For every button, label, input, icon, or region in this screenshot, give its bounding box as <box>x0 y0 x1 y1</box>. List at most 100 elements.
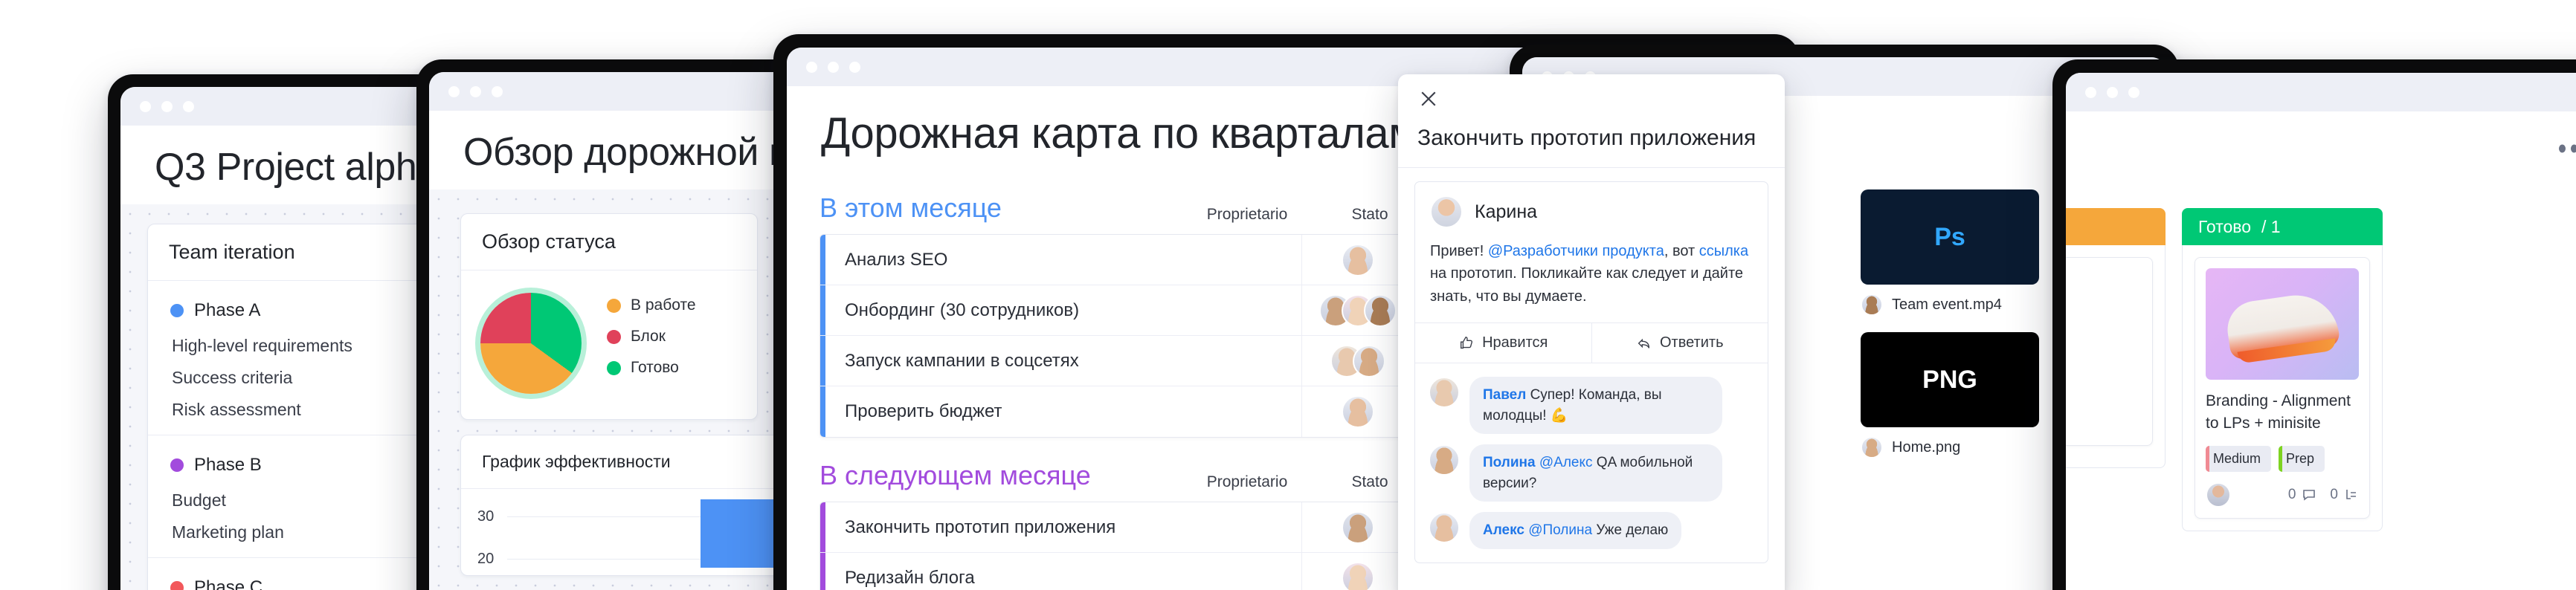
traffic-light-dot[interactable] <box>2128 86 2139 98</box>
kanban-card[interactable]: Branding - Alignment to LPs + minisite M… <box>2195 257 2370 519</box>
reply-bubble[interactable]: Алекс @Полина Уже делаю <box>1469 512 1682 549</box>
file-thumbnail[interactable]: Ps <box>1861 189 2039 285</box>
reply-mention[interactable]: @Алекс <box>1539 455 1597 470</box>
page-header <box>2066 111 2576 186</box>
avatar[interactable] <box>1430 195 1463 228</box>
traffic-light-dot[interactable] <box>806 61 817 73</box>
avatar[interactable] <box>1363 294 1397 327</box>
traffic-light-dot[interactable] <box>492 85 503 97</box>
file-format-badge: Ps <box>1934 222 1965 251</box>
traffic-light-dot[interactable] <box>470 85 481 97</box>
avatar-stack <box>1330 344 1385 377</box>
owner-cell[interactable] <box>1302 336 1414 386</box>
avatar[interactable] <box>1861 294 1883 316</box>
task-name[interactable]: Запуск кампании в соцсетях <box>825 336 1302 386</box>
inline-link[interactable]: ссылка <box>1699 243 1748 259</box>
comment-icon <box>2303 490 2316 501</box>
traffic-light-dot[interactable] <box>161 100 173 112</box>
kanban-column-done: Готово / 1 Branding - Alignment to LPs +… <box>2182 208 2383 531</box>
phase-color-bullet <box>170 458 184 472</box>
status-overview-card: Обзор статуса В работе Блок Готово <box>460 213 758 420</box>
card-tag[interactable]: Prep <box>2279 445 2325 472</box>
inline-link[interactable]: @Разработчики продукта <box>1488 243 1664 259</box>
task-name[interactable]: Онбординг (30 сотрудников) <box>825 285 1302 335</box>
task-name[interactable]: Редизайн блога <box>825 553 1302 590</box>
file-name: Home.png <box>1892 438 1961 456</box>
legend-color-dot <box>607 298 621 313</box>
section-title: В следующем месяце <box>820 460 1091 490</box>
traffic-light-dot[interactable] <box>448 85 460 97</box>
like-button[interactable]: Нравится <box>1415 323 1591 363</box>
reply-mention[interactable]: @Полина <box>1528 522 1596 538</box>
card-tag-list: Medium Prep <box>2206 445 2359 472</box>
reply-arrow-icon <box>1638 338 1650 349</box>
kanban-column-header <box>2066 208 2166 245</box>
traffic-light-dot[interactable] <box>849 61 860 73</box>
author-name: Карина <box>1475 201 1538 222</box>
task-name[interactable]: Проверить бюджет <box>825 386 1302 437</box>
traffic-light-dot[interactable] <box>183 100 194 112</box>
kanban-column-header: Готово / 1 <box>2182 208 2383 245</box>
task-name[interactable]: Закончить прототип приложения <box>825 502 1302 552</box>
reply-author[interactable]: Павел <box>1483 387 1530 403</box>
owner-cell[interactable] <box>1302 285 1414 335</box>
subitem-count[interactable]: 0 <box>2330 487 2359 503</box>
y-axis-tick: 30 <box>477 508 495 525</box>
legend-item[interactable]: В работе <box>607 296 696 314</box>
file-name: Team event.mp4 <box>1892 296 2002 313</box>
phase-color-bullet <box>170 304 184 317</box>
reply-button[interactable]: Ответить <box>1591 323 1768 363</box>
kanban-board: Готово / 1 Branding - Alignment to LPs +… <box>2066 208 2383 531</box>
avatar[interactable] <box>1341 243 1374 276</box>
card-footer: 0 0 <box>2206 482 2359 508</box>
reply-item: Алекс @Полина Уже делаю <box>1429 512 1754 549</box>
task-name[interactable]: Анализ SEO <box>825 235 1302 285</box>
file-format-badge: PNG <box>1922 365 1977 394</box>
update-actions: Нравится Ответить <box>1415 322 1768 363</box>
owner-cell[interactable] <box>1302 553 1414 590</box>
close-button[interactable] <box>1398 74 1785 114</box>
screenshot-stage: Q3 Project alpha Team iteration Phase AH… <box>0 0 2576 590</box>
reply-author[interactable]: Алекс <box>1483 522 1528 538</box>
card-title: Branding - Alignment to LPs + minisite <box>2206 392 2351 432</box>
task-update-panel: Закончить прототип приложения Карина При… <box>1398 74 1785 590</box>
comment-count[interactable]: 0 <box>2288 487 2317 503</box>
kanban-column-body: Branding - Alignment to LPs + minisite M… <box>2182 245 2383 531</box>
column-header-owner: Proprietario <box>1206 473 1288 490</box>
kanban-column-label: Готово <box>2198 216 2252 236</box>
traffic-light-dot[interactable] <box>140 100 151 112</box>
legend-item[interactable]: Блок <box>607 328 696 346</box>
avatar[interactable] <box>1429 377 1460 409</box>
card-tag[interactable]: Medium <box>2206 445 2272 472</box>
more-options-icon[interactable] <box>2559 144 2576 153</box>
traffic-light-dot[interactable] <box>2085 86 2096 98</box>
reply-bubble[interactable]: Павел Супер! Команда, вы молодцы! 💪 <box>1469 377 1722 435</box>
avatar[interactable] <box>1861 436 1883 458</box>
avatar[interactable] <box>1341 510 1374 544</box>
legend-item[interactable]: Готово <box>607 359 696 377</box>
row-accent-bar <box>820 336 825 386</box>
avatar[interactable] <box>1341 562 1374 590</box>
avatar[interactable] <box>1429 444 1460 476</box>
avatar[interactable] <box>1341 395 1374 428</box>
kanban-card[interactable] <box>2066 257 2153 446</box>
status-pie-chart <box>480 293 582 394</box>
thumbs-up-icon <box>1461 336 1473 349</box>
reply-bubble[interactable]: Полина @Алекс QA мобильной версии? <box>1469 444 1722 502</box>
avatar[interactable] <box>1352 344 1385 377</box>
owner-cell[interactable] <box>1302 386 1414 437</box>
avatar[interactable] <box>1429 512 1460 544</box>
row-accent-bar <box>820 502 825 552</box>
owner-cell[interactable] <box>1302 235 1414 285</box>
card-cover-image <box>2206 268 2359 380</box>
owner-cell[interactable] <box>1302 502 1414 552</box>
reply-author[interactable]: Полина <box>1483 455 1539 470</box>
traffic-light-dot[interactable] <box>828 61 839 73</box>
panel-title: Закончить прототип приложения <box>1398 114 1785 168</box>
avatar[interactable] <box>2206 482 2231 508</box>
bar-series-1 <box>701 499 782 568</box>
column-header-owner: Proprietario <box>1206 206 1288 223</box>
traffic-light-dot[interactable] <box>2107 86 2118 98</box>
card-title: Обзор статуса <box>482 230 616 253</box>
file-thumbnail[interactable]: PNG <box>1861 332 2039 427</box>
